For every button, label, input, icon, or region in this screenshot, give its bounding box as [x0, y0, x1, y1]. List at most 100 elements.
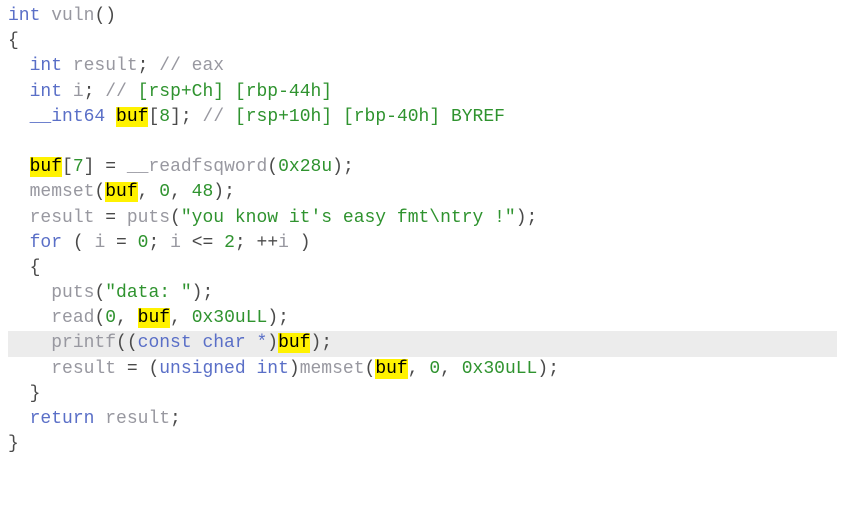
semicolon: ;: [84, 82, 95, 102]
text: [62, 56, 73, 76]
paren-close: ): [537, 359, 548, 379]
code-line-9[interactable]: result = puts("you know it's easy fmt\nt…: [8, 206, 837, 231]
code-line-15[interactable]: result = (unsigned int)memset(buf, 0, 0x…: [8, 357, 837, 382]
code-line-11[interactable]: {: [8, 256, 837, 281]
text: [94, 409, 105, 429]
code-line-10[interactable]: for ( i = 0; i <= 2; ++i ): [8, 231, 837, 256]
paren-open: (: [73, 233, 95, 253]
semicolon: ;: [278, 308, 289, 328]
indent: [8, 258, 30, 278]
bracket-open: [: [62, 157, 73, 177]
indent: [8, 82, 30, 102]
code-line-4[interactable]: int i; // [rsp+Ch] [rbp-44h]: [8, 80, 837, 105]
text: [62, 233, 73, 253]
paren-close: ): [516, 208, 527, 228]
code-line-13[interactable]: read(0, buf, 0x30uLL);: [8, 306, 837, 331]
comma: ,: [116, 308, 138, 328]
indent: [8, 409, 30, 429]
semicolon: ;: [548, 359, 559, 379]
type-keyword: int: [8, 6, 40, 26]
semicolon: ;: [202, 283, 213, 303]
kw-return: return: [30, 409, 95, 429]
code-line-14-current[interactable]: printf((const char *)buf);: [8, 331, 837, 356]
code-line-18[interactable]: }: [8, 432, 837, 457]
indent: [8, 208, 30, 228]
semicolon: ;: [343, 157, 354, 177]
paren-close: ): [192, 283, 203, 303]
text: [192, 107, 203, 127]
comment-addr: [rsp+10h] [rbp-40h] BYREF: [235, 107, 505, 127]
type-keyword: int: [30, 82, 62, 102]
assign: =: [116, 359, 148, 379]
var-buf-highlight: buf: [278, 333, 310, 353]
paren-close: ): [310, 333, 321, 353]
indent: [8, 107, 30, 127]
paren-open: (: [94, 308, 105, 328]
bracket-close: ]: [170, 107, 181, 127]
zero: 0: [105, 308, 116, 328]
paren-open: ((: [116, 333, 138, 353]
brace-close: }: [8, 434, 19, 454]
var-result: result: [30, 208, 95, 228]
code-line-6-empty[interactable]: [8, 130, 837, 155]
cast-type: unsigned int: [159, 359, 289, 379]
indent: [8, 182, 30, 202]
code-line-3[interactable]: int result; // eax: [8, 54, 837, 79]
paren-open: (: [148, 359, 159, 379]
op-le: <=: [181, 233, 224, 253]
index: 7: [73, 157, 84, 177]
code-line-7[interactable]: buf[7] = __readfsqword(0x28u);: [8, 155, 837, 180]
text: [148, 56, 159, 76]
semi-inc: ; ++: [235, 233, 278, 253]
size: 0x30uLL: [192, 308, 268, 328]
paren-close: ): [267, 333, 278, 353]
indent: [8, 283, 51, 303]
assign: =: [105, 233, 137, 253]
indent: [8, 384, 30, 404]
size: 48: [192, 182, 214, 202]
paren-open: (: [365, 359, 376, 379]
indent: [8, 359, 51, 379]
bracket-close: ]: [84, 157, 95, 177]
brace-open: {: [8, 31, 19, 51]
semicolon: ;: [181, 107, 192, 127]
func-memset: memset: [30, 182, 95, 202]
paren-close: ): [289, 359, 300, 379]
kw-for: for: [30, 233, 62, 253]
indent: [8, 233, 30, 253]
var-i: i: [94, 233, 105, 253]
paren-close: ): [267, 308, 278, 328]
indent: [8, 308, 51, 328]
string-literal: "data: ": [105, 283, 191, 303]
code-line-12[interactable]: puts("data: ");: [8, 281, 837, 306]
semicolon: ;: [527, 208, 538, 228]
code-line-1[interactable]: int vuln(): [8, 4, 837, 29]
func-memset: memset: [300, 359, 365, 379]
type-keyword: __int64: [30, 107, 106, 127]
zero: 0: [429, 359, 440, 379]
comma: ,: [408, 359, 430, 379]
parens: (): [94, 6, 116, 26]
var-buf-highlight: buf: [375, 359, 407, 379]
function-name: vuln: [51, 6, 94, 26]
var-result: result: [51, 359, 116, 379]
semicolon: ;: [224, 182, 235, 202]
code-line-8[interactable]: memset(buf, 0, 48);: [8, 180, 837, 205]
size: 0x30uLL: [462, 359, 538, 379]
var-i: i: [73, 82, 84, 102]
comma: ,: [440, 359, 462, 379]
func-puts: puts: [127, 208, 170, 228]
assign: =: [94, 208, 126, 228]
func-readfsqword: __readfsqword: [127, 157, 267, 177]
code-line-16[interactable]: }: [8, 382, 837, 407]
paren-close: ): [289, 233, 311, 253]
code-line-2[interactable]: {: [8, 29, 837, 54]
comma: ,: [170, 308, 192, 328]
zero: 0: [159, 182, 170, 202]
code-line-17[interactable]: return result;: [8, 407, 837, 432]
array-size: 8: [159, 107, 170, 127]
var-buf-highlight: buf: [116, 107, 148, 127]
paren-open: (: [94, 283, 105, 303]
code-line-5[interactable]: __int64 buf[8]; // [rsp+10h] [rbp-40h] B…: [8, 105, 837, 130]
comma: ,: [138, 182, 160, 202]
